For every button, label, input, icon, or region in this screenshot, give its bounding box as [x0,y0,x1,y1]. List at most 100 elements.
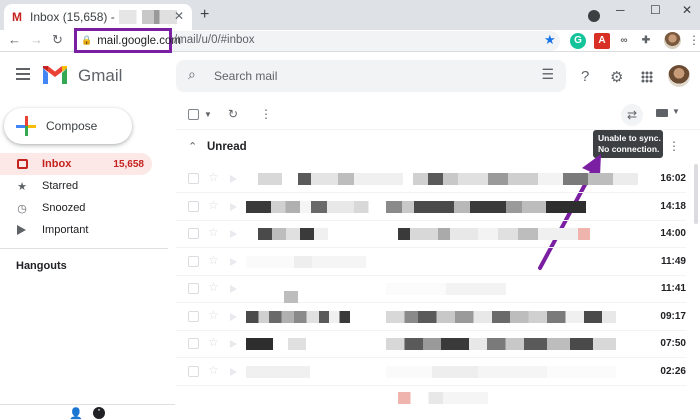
refresh-icon[interactable]: ↻ [228,107,238,121]
hangouts-heading: Hangouts [16,260,67,272]
sidebar-item-label: Important [42,224,89,236]
unread-count: 15,658 [113,158,144,170]
search-icon[interactable]: ⌕ [188,66,196,83]
important-marker-icon[interactable] [230,258,237,266]
apps-icon[interactable] [641,71,653,83]
compose-label: Compose [46,119,98,133]
email-time: 07:50 [660,338,686,349]
profile-icon[interactable] [588,10,600,22]
extensions-puzzle-icon[interactable]: ✚ [638,33,654,49]
row-checkbox[interactable] [188,228,199,239]
row-checkbox[interactable] [188,173,199,184]
table-row[interactable]: ☆ 09:17 [176,303,686,331]
gmail-favicon-icon: M [12,10,22,24]
select-all-checkbox[interactable] [188,109,199,120]
row-checkbox[interactable] [188,256,199,267]
compose-plus-icon [16,116,36,136]
sidebar-item-inbox[interactable]: Inbox 15,658 [0,153,152,175]
new-tab-button[interactable]: + [200,6,209,24]
star-icon[interactable]: ☆ [208,280,219,294]
bookmark-star-icon[interactable]: ★ [544,32,556,48]
important-marker-icon[interactable] [230,285,237,293]
browser-toolbar: ← → ↻ 🔒 mail.google.com /mail/u/0/#inbox… [0,28,700,53]
table-row[interactable]: ☆ 16:02 [176,165,686,193]
star-icon[interactable]: ☆ [208,225,219,239]
row-checkbox[interactable] [188,283,199,294]
table-row[interactable]: ☆ 14:18 [176,193,686,221]
section-header-unread[interactable]: ⌃ Unread ⋮ [176,136,700,160]
search-input[interactable]: Search mail [214,69,277,83]
gmail-wordmark: Gmail [78,66,123,85]
reload-icon[interactable]: ↻ [52,32,63,48]
compose-button[interactable]: Compose [4,108,132,144]
minimize-button[interactable]: ─ [616,3,625,17]
help-icon[interactable]: ? [581,68,589,85]
close-icon[interactable]: ✕ [174,9,184,23]
star-icon[interactable]: ☆ [208,308,219,322]
important-marker-icon[interactable] [230,313,237,321]
important-marker-icon[interactable] [230,203,237,211]
gmail-header: Gmail ⌕ Search mail ☰ ? ⚙ [0,52,700,100]
star-icon[interactable]: ☆ [208,170,219,184]
scrollbar[interactable] [694,164,698,224]
important-marker-icon[interactable] [230,175,237,183]
star-icon[interactable]: ☆ [208,335,219,349]
sync-status-icon[interactable]: ⇄ [621,104,643,126]
mail-toolbar: ▼ ↻ ⋮ ⇄ ▼ [176,100,700,130]
chevron-down-icon[interactable]: ▼ [672,107,680,116]
section-more-icon[interactable]: ⋮ [668,139,680,153]
cloud-extension-icon[interactable]: ∞ [616,33,632,49]
chat-icon[interactable]: " [93,407,105,419]
important-marker-icon[interactable] [230,230,237,238]
keyboard-icon[interactable] [656,109,668,117]
pdf-extension-icon[interactable]: A [594,33,610,49]
menu-icon[interactable] [16,68,30,83]
row-checkbox[interactable] [188,311,199,322]
url-highlight-box: 🔒 mail.google.com [74,28,181,53]
grammarly-extension-icon[interactable]: G [570,33,586,49]
person-icon[interactable]: 👤 [69,407,83,420]
sidebar-item-snoozed[interactable]: ◷ Snoozed [0,197,152,219]
row-checkbox[interactable] [188,201,199,212]
account-avatar[interactable] [668,65,690,87]
email-time: 11:41 [660,283,686,294]
chevron-down-icon[interactable]: ▼ [204,110,212,119]
important-marker-icon[interactable] [230,340,237,348]
back-arrow-icon[interactable]: ← [8,32,21,47]
table-row[interactable]: ☆ 14:00 [176,220,686,248]
gmail-logo-icon [43,66,67,84]
url-path: /mail/u/0/#inbox [174,34,255,46]
browser-profile-avatar[interactable] [664,32,681,49]
search-bar[interactable]: ⌕ Search mail ☰ [176,60,566,92]
sidebar-divider [0,248,168,249]
chevron-up-icon[interactable]: ⌃ [188,140,197,153]
table-row[interactable]: ☆ 11:41 [176,275,686,303]
table-row[interactable]: ☆ 11:49 [176,248,686,276]
important-marker-icon[interactable] [230,368,237,376]
forward-arrow-icon[interactable]: → [30,32,43,47]
row-checkbox[interactable] [188,366,199,377]
tune-icon[interactable]: ☰ [541,66,554,83]
browser-menu-icon[interactable]: ⋮ [688,33,700,47]
sidebar-footer: 👤 " [0,404,175,420]
row-checkbox[interactable] [188,338,199,349]
star-icon[interactable]: ☆ [208,363,219,377]
table-row[interactable]: ☆ 07:50 [176,330,686,358]
lock-icon: 🔒 [81,35,93,45]
browser-tab[interactable]: M Inbox (15,658) - ✕ [4,4,192,30]
star-icon[interactable]: ☆ [208,253,219,267]
maximize-button[interactable]: ☐ [650,3,661,17]
more-options-icon[interactable]: ⋮ [260,107,272,121]
settings-icon[interactable]: ⚙ [610,68,623,86]
sidebar-item-label: Snoozed [42,202,86,214]
star-icon[interactable]: ☆ [208,198,219,212]
sidebar-item-important[interactable]: Important [0,219,152,241]
email-time: 14:00 [660,228,686,239]
address-bar[interactable]: 🔒 mail.google.com /mail/u/0/#inbox ★ [74,28,560,53]
email-time: 09:17 [660,311,686,322]
sidebar-item-label: Starred [42,180,79,192]
sidebar-item-starred[interactable]: ★ Starred [0,175,152,197]
window-close-button[interactable]: ✕ [682,3,692,17]
email-time: 16:02 [660,173,686,184]
table-row[interactable]: ☆ 02:26 [176,358,686,386]
